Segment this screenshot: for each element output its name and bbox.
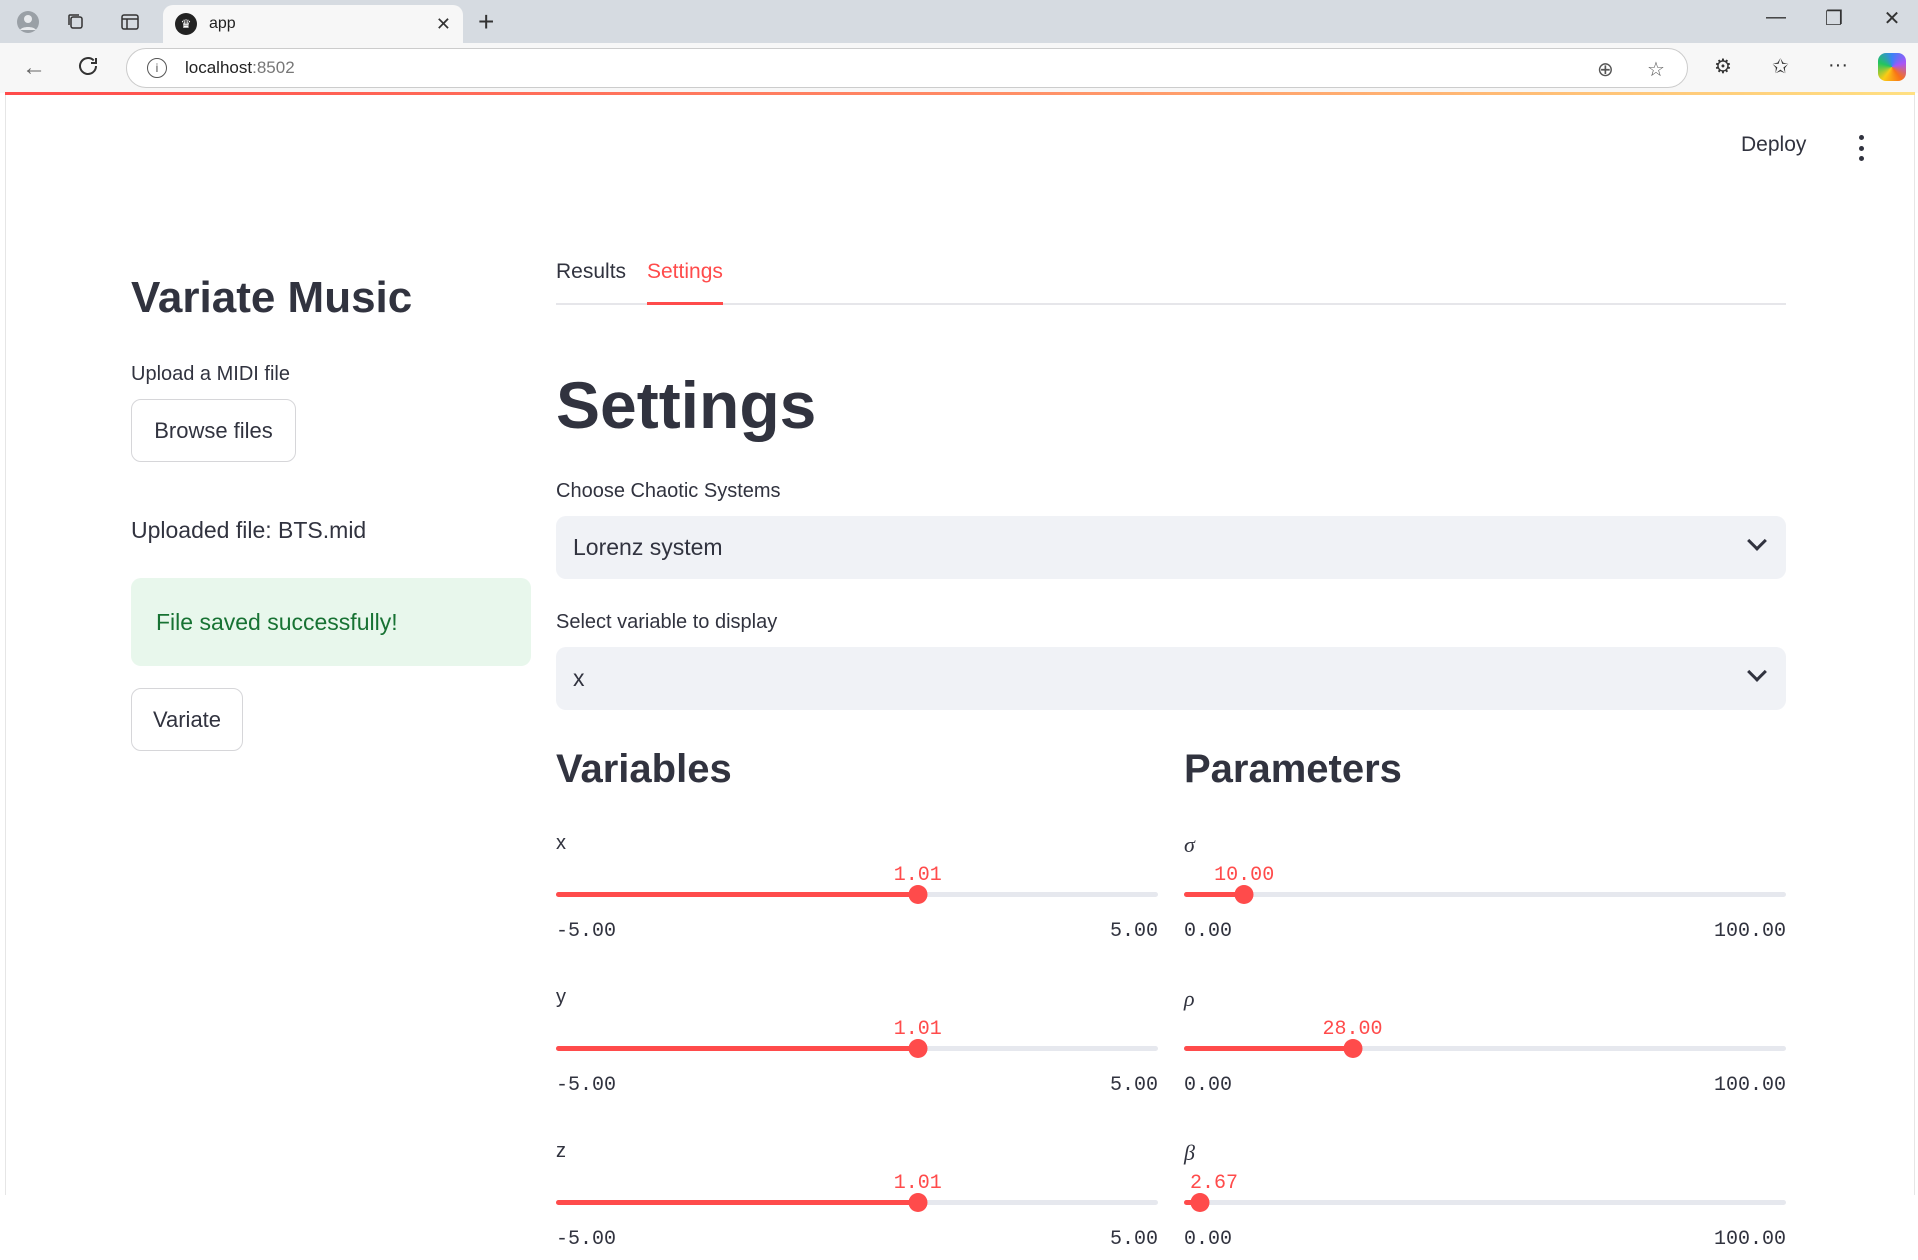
- app-viewport: Deploy Variate Music Upload a MIDI file …: [5, 95, 1915, 1251]
- parameters-heading: Parameters: [1184, 747, 1402, 791]
- success-alert: File saved successfully!: [131, 578, 531, 666]
- slider-value: 1.01: [893, 1172, 942, 1195]
- slider-track[interactable]: [556, 1193, 1158, 1212]
- slider-label: ρ: [1184, 986, 1195, 1011]
- upload-label: Upload a MIDI file: [131, 363, 290, 385]
- chevron-down-icon: [1747, 531, 1767, 551]
- slider-thumb[interactable]: [1343, 1039, 1363, 1058]
- variable-select-label: Select variable to display: [556, 611, 778, 633]
- new-tab-icon[interactable]: +: [478, 6, 494, 38]
- restore-icon[interactable]: ❐: [1814, 6, 1854, 31]
- uploaded-file-text: Uploaded file: BTS.mid: [131, 517, 367, 543]
- slider-value: 1.01: [893, 864, 942, 887]
- vertical-tabs-icon[interactable]: [116, 8, 144, 36]
- variate-button[interactable]: Variate: [131, 688, 243, 751]
- slider-label: z: [556, 1140, 566, 1162]
- close-window-icon[interactable]: ✕: [1872, 6, 1912, 31]
- chevron-down-icon: [1747, 662, 1767, 682]
- main-tabs: Results Settings: [556, 260, 1786, 305]
- slider-track[interactable]: [556, 1039, 1158, 1058]
- slider-min: 0.00: [1184, 1228, 1233, 1251]
- streamlit-favicon-icon: ♛: [175, 13, 197, 35]
- slider-beta: β 2.67 0.00 100.00: [1184, 1140, 1786, 1260]
- slider-max: 100.00: [1713, 1228, 1786, 1251]
- slider-max: 5.00: [1109, 1228, 1158, 1251]
- system-select-label: Choose Chaotic Systems: [556, 480, 781, 502]
- slider-thumb[interactable]: [1234, 885, 1254, 904]
- favorite-star-icon[interactable]: ☆: [1647, 57, 1665, 82]
- copilot-icon[interactable]: [1878, 53, 1906, 81]
- slider-thumb[interactable]: [1190, 1193, 1210, 1212]
- deploy-button[interactable]: Deploy: [1741, 133, 1806, 157]
- url-port: :8502: [252, 58, 295, 77]
- favorites-icon[interactable]: ✩: [1772, 54, 1789, 79]
- slider-value: 2.67: [1189, 1172, 1239, 1195]
- workspaces-icon[interactable]: [62, 8, 90, 36]
- slider-label: β: [1184, 1140, 1195, 1165]
- slider-thumb[interactable]: [908, 885, 928, 904]
- slider-track[interactable]: [556, 885, 1158, 904]
- slider-value: 28.00: [1322, 1018, 1383, 1041]
- slider-min: 0.00: [1184, 920, 1233, 943]
- success-message: File saved successfully!: [156, 608, 398, 635]
- chaotic-system-select[interactable]: Lorenz system: [556, 516, 1786, 579]
- slider-track[interactable]: [1184, 1193, 1786, 1212]
- tab-close-icon[interactable]: ✕: [436, 14, 451, 35]
- zoom-icon[interactable]: ⊕: [1597, 57, 1614, 82]
- site-info-icon[interactable]: i: [147, 58, 167, 78]
- slider-thumb[interactable]: [908, 1039, 928, 1058]
- display-variable-value: x: [573, 665, 585, 691]
- slider-label: y: [556, 986, 566, 1008]
- slider-fill: [556, 1200, 918, 1205]
- slider-track[interactable]: [1184, 1039, 1786, 1058]
- more-menu-icon[interactable]: ···: [1828, 54, 1848, 77]
- slider-fill: [1184, 1046, 1353, 1051]
- slider-min: -5.00: [556, 920, 617, 943]
- profile-icon[interactable]: [14, 8, 42, 36]
- browser-tab[interactable]: ♛ app ✕: [163, 5, 463, 43]
- slider-label: σ: [1184, 832, 1195, 857]
- slider-x: x 1.01 -5.00 5.00: [556, 832, 1158, 952]
- slider-max: 5.00: [1109, 1074, 1158, 1097]
- slider-sigma: σ 10.00 0.00 100.00: [1184, 832, 1786, 952]
- slider-fill: [556, 1046, 918, 1051]
- slider-min: -5.00: [556, 1074, 617, 1097]
- slider-max: 100.00: [1713, 1074, 1786, 1097]
- browser-tab-strip: ♛ app ✕ + — ❐ ✕: [0, 0, 1918, 43]
- slider-value: 10.00: [1214, 864, 1275, 887]
- url-field[interactable]: i localhost:8502 ⊕ ☆: [126, 48, 1688, 88]
- slider-max: 100.00: [1713, 920, 1786, 943]
- browse-files-button[interactable]: Browse files: [131, 399, 296, 462]
- back-icon[interactable]: ←: [22, 54, 46, 82]
- slider-z: z 1.01 -5.00 5.00: [556, 1140, 1158, 1260]
- display-variable-select[interactable]: x: [556, 647, 1786, 710]
- slider-y: y 1.01 -5.00 5.00: [556, 986, 1158, 1106]
- slider-max: 5.00: [1109, 920, 1158, 943]
- tab-settings[interactable]: Settings: [647, 260, 723, 305]
- slider-track[interactable]: [1184, 885, 1786, 904]
- slider-rho: ρ 28.00 0.00 100.00: [1184, 986, 1786, 1106]
- address-bar-row: ← i localhost:8502 ⊕ ☆ ⚙ ✩ ···: [0, 43, 1918, 93]
- app-title: Variate Music: [131, 273, 413, 322]
- minimize-icon[interactable]: —: [1756, 6, 1796, 29]
- chaotic-system-value: Lorenz system: [573, 534, 723, 560]
- extensions-icon[interactable]: ⚙: [1714, 54, 1732, 79]
- variables-heading: Variables: [556, 747, 732, 791]
- tab-results[interactable]: Results: [556, 260, 626, 305]
- url-host: localhost: [185, 58, 253, 77]
- slider-fill: [556, 892, 918, 897]
- tab-title: app: [209, 15, 236, 32]
- slider-value: 1.01: [893, 1018, 942, 1041]
- slider-min: -5.00: [556, 1228, 617, 1251]
- slider-min: 0.00: [1184, 1074, 1233, 1097]
- main-menu-icon[interactable]: [1851, 135, 1871, 161]
- settings-heading: Settings: [556, 368, 817, 442]
- slider-label: x: [556, 832, 566, 854]
- reload-icon[interactable]: [76, 54, 100, 85]
- slider-thumb[interactable]: [908, 1193, 928, 1212]
